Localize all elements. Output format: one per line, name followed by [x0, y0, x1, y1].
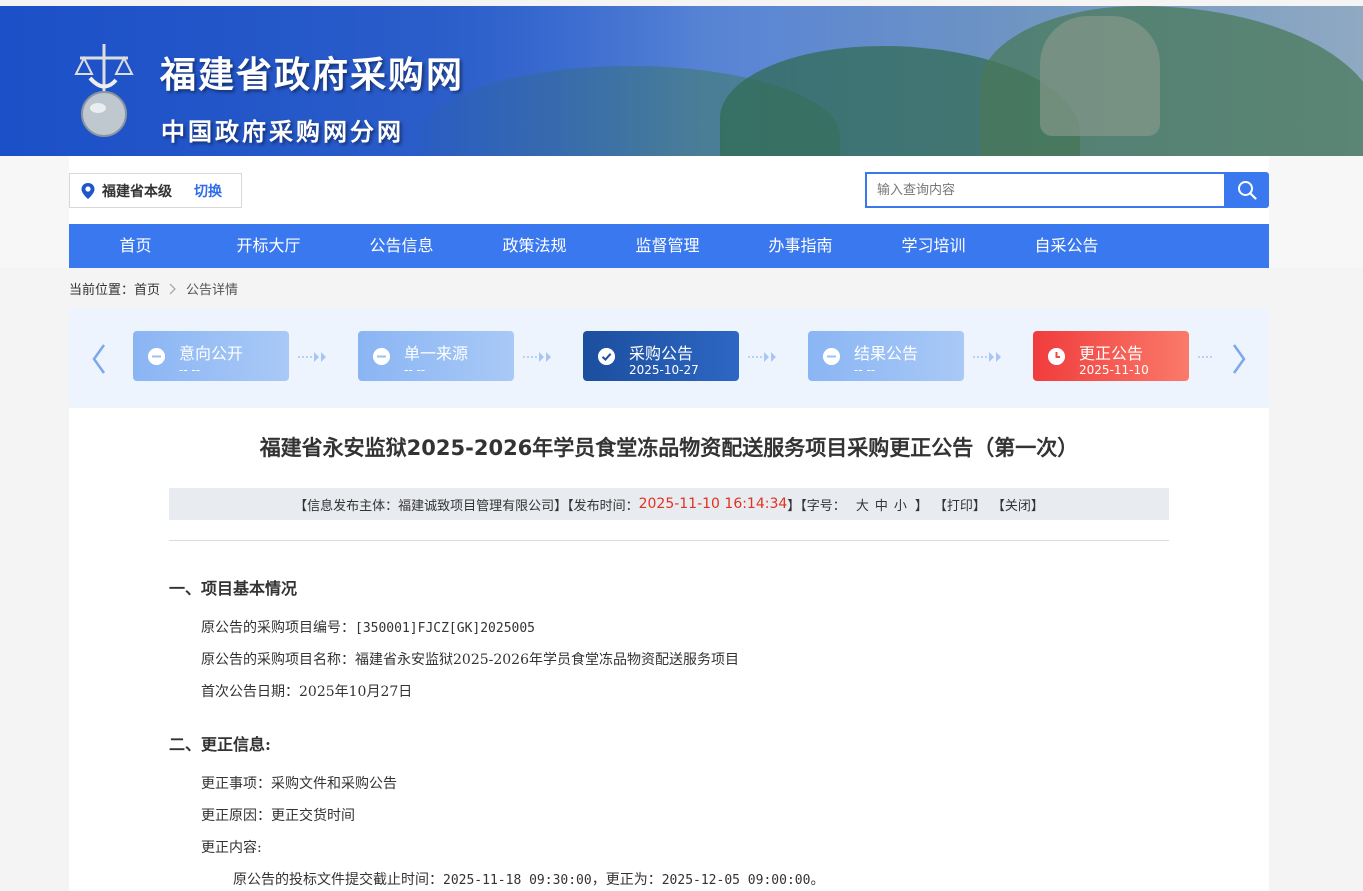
first-announcement-date-line: 首次公告日期：2025年10月27日: [201, 681, 412, 701]
minus-circle-icon: [373, 348, 390, 365]
region-selector: 福建省本级 切换: [69, 173, 242, 208]
nav-item-home[interactable]: 首页: [69, 224, 202, 268]
flow-arrow-icon: [973, 352, 1001, 362]
project-name-line: 原公告的采购项目名称：福建省永安监狱2025-2026年学员食堂冻品物资配送服务…: [201, 649, 739, 669]
chevron-right-icon: [169, 283, 176, 294]
font-size-small[interactable]: 小: [894, 495, 907, 514]
article-title: 福建省永安监狱2025-2026年学员食堂冻品物资配送服务项目采购更正公告（第一…: [259, 436, 1079, 460]
nav-item-bid-hall[interactable]: 开标大厅: [202, 224, 335, 268]
procurement-emblem-icon: [74, 44, 134, 137]
step-date: 2025-11-10: [1079, 363, 1149, 377]
article-meta-bar: 【信息发布主体：福建诚致项目管理有限公司】【发布时间： 2025-11-10 1…: [169, 488, 1169, 520]
step-label: 单一来源: [404, 344, 469, 363]
print-link[interactable]: 【打印】: [934, 495, 986, 514]
correction-matter: 采购文件和采购公告: [271, 776, 397, 792]
correction-matter-line: 更正事项：采购文件和采购公告: [201, 773, 397, 793]
site-subtitle: 中国政府采购网分网: [161, 118, 404, 146]
font-size-suffix: 】: [914, 498, 928, 514]
breadcrumb-prefix: 当前位置：: [69, 283, 135, 298]
project-number-label: 原公告的采购项目编号：: [201, 620, 355, 636]
font-size-medium[interactable]: 中: [875, 495, 888, 514]
check-circle-icon: [598, 348, 615, 365]
nav-item-training[interactable]: 学习培训: [867, 224, 1000, 268]
step-label: 更正公告: [1079, 344, 1144, 363]
breadcrumb-current: 公告详情: [186, 283, 239, 298]
breadcrumb: 当前位置： 首页 公告详情: [69, 279, 238, 298]
step-intent-disclosure[interactable]: 意向公开 -- --: [133, 331, 289, 381]
nav-item-supervision[interactable]: 监督管理: [601, 224, 734, 268]
new-deadline: 2025-12-05 09:00:00: [661, 873, 811, 888]
step-date: -- --: [854, 363, 876, 377]
flow-arrow-icon: [1198, 356, 1212, 358]
sentence-end: 。: [810, 872, 825, 888]
correction-reason-label: 更正原因：: [201, 808, 271, 824]
correction-content-label: 更正内容:: [201, 840, 262, 856]
minus-circle-icon: [148, 348, 165, 365]
search-icon: [1237, 181, 1257, 200]
timeline-next-arrow-icon[interactable]: [1229, 342, 1249, 376]
flow-arrow-icon: [298, 352, 326, 362]
publish-time: 2025-11-10 16:14:34: [638, 496, 788, 512]
current-region: 福建省本级: [102, 183, 172, 200]
step-label: 采购公告: [629, 344, 694, 363]
section-heading-correction-info: 二、更正信息:: [169, 735, 271, 754]
breadcrumb-home-link[interactable]: 首页: [134, 279, 160, 298]
step-result-announcement[interactable]: 结果公告 -- --: [808, 331, 964, 381]
deadline-label: 原公告的投标文件提交截止时间：: [233, 872, 443, 888]
divider: [169, 540, 1169, 541]
correction-matter-label: 更正事项：: [201, 776, 271, 792]
correction-content-line: 原公告的投标文件提交截止时间：2025-11-18 09:30:00，更正为：2…: [233, 869, 824, 889]
step-correction-announcement[interactable]: 更正公告 2025-11-10: [1033, 331, 1189, 381]
corrected-to-label: ，更正为：: [591, 872, 662, 888]
flow-arrow-icon: [748, 352, 776, 362]
first-date: 2025年10月27日: [299, 684, 413, 700]
step-label: 意向公开: [179, 344, 244, 363]
section-heading-basic-info: 一、项目基本情况: [169, 579, 298, 598]
project-number-line: 原公告的采购项目编号：[350001]FJCZ[GK]2025005: [201, 617, 535, 637]
site-banner: 福建省政府采购网 中国政府采购网分网: [0, 6, 1363, 156]
main-nav: 首页 开标大厅 公告信息 政策法规 监督管理 办事指南 学习培训 自采公告: [69, 224, 1269, 268]
step-date: -- --: [179, 363, 201, 377]
site-title: 福建省政府采购网: [160, 55, 465, 96]
font-size-prefix: 】【字号：: [787, 498, 846, 514]
nav-item-policies[interactable]: 政策法规: [468, 224, 601, 268]
close-link[interactable]: 【关闭】: [992, 495, 1044, 514]
switch-region-link[interactable]: 切换: [194, 181, 222, 201]
correction-reason: 更正交货时间: [271, 808, 355, 824]
flow-arrow-icon: [523, 352, 551, 362]
step-date: 2025-10-27: [629, 363, 699, 377]
font-size-large[interactable]: 大: [856, 495, 869, 514]
first-date-label: 首次公告日期：: [201, 684, 299, 700]
timeline-prev-arrow-icon[interactable]: [89, 342, 109, 376]
old-deadline: 2025-11-18 09:30:00: [443, 873, 592, 888]
nav-item-self-procurement[interactable]: 自采公告: [1000, 224, 1133, 268]
project-number: [350001]FJCZ[GK]2025005: [355, 621, 536, 636]
step-procurement-announcement[interactable]: 采购公告 2025-10-27: [583, 331, 739, 381]
project-name-label: 原公告的采购项目名称：: [201, 652, 355, 668]
step-date: -- --: [404, 363, 426, 377]
step-label: 结果公告: [854, 344, 919, 363]
minus-circle-icon: [823, 348, 840, 365]
search-button[interactable]: [1224, 172, 1269, 208]
nav-item-guide[interactable]: 办事指南: [734, 224, 867, 268]
location-pin-icon: [81, 182, 95, 199]
correction-reason-line: 更正原因：更正交货时间: [201, 805, 355, 825]
publisher-info: 【信息发布主体：福建诚致项目管理有限公司】【发布时间：: [294, 498, 639, 514]
project-name: 福建省永安监狱2025-2026年学员食堂冻品物资配送服务项目: [355, 652, 739, 668]
clock-icon: [1048, 348, 1065, 365]
step-single-source[interactable]: 单一来源 -- --: [358, 331, 514, 381]
search-input[interactable]: [865, 172, 1225, 208]
nav-item-announcements[interactable]: 公告信息: [335, 224, 468, 268]
